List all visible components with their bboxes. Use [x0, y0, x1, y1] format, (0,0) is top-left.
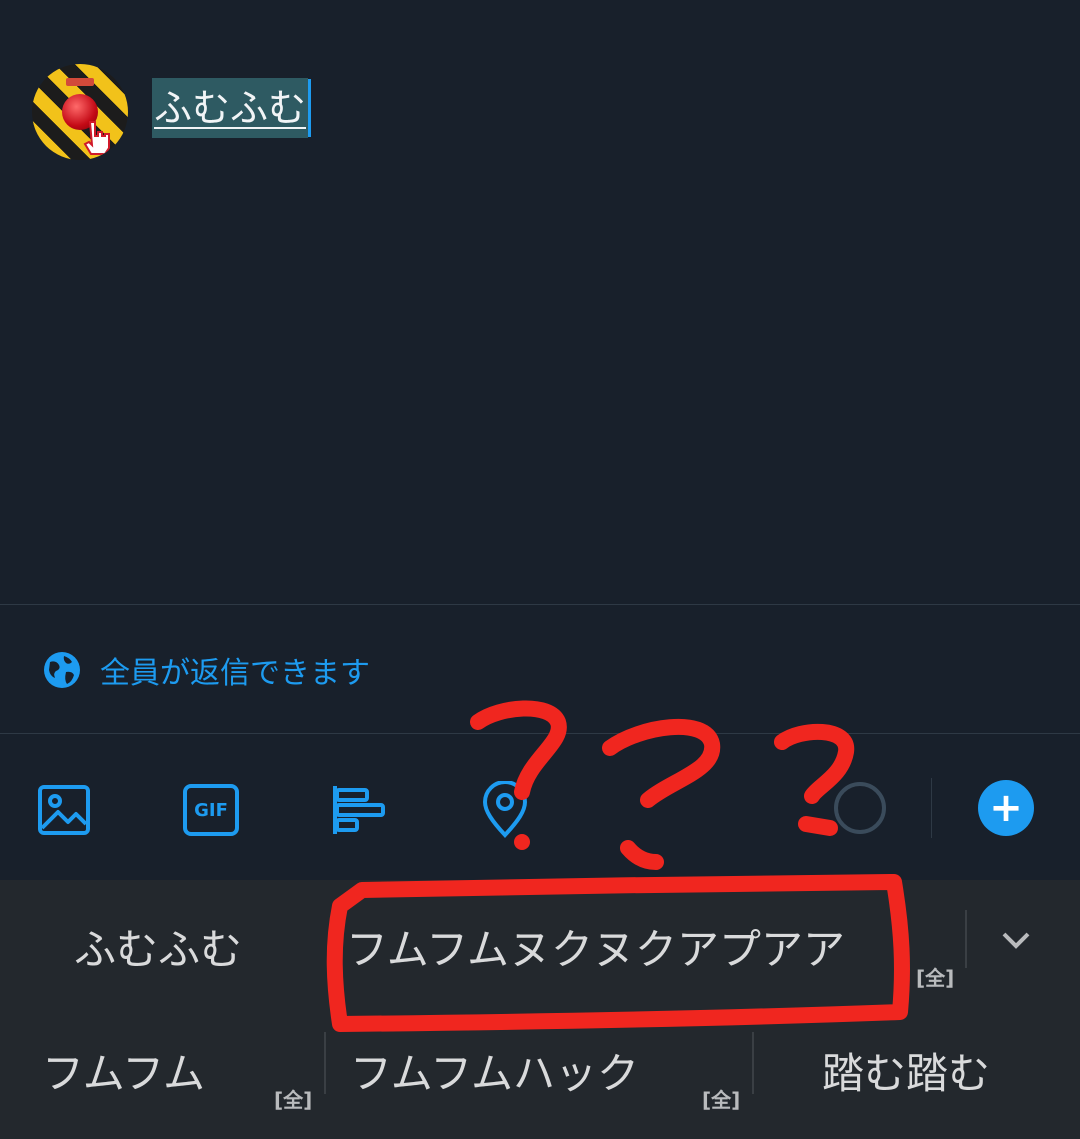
image-icon [38, 785, 90, 835]
fullwidth-tag: [全] [702, 1088, 741, 1112]
add-tweet-button[interactable]: + [978, 780, 1034, 836]
divider [0, 733, 1080, 734]
suggestion-candidate[interactable]: 踏む踏む [822, 1040, 990, 1101]
tweet-text[interactable]: ふむふむ [152, 78, 309, 138]
avatar[interactable] [32, 64, 128, 160]
suggestion-divider [965, 910, 967, 968]
avatar-button-cap [66, 78, 94, 86]
tweet-input[interactable]: ふむふむ [152, 78, 312, 138]
image-button[interactable] [34, 780, 94, 840]
suggestion-candidate[interactable]: フムフムヌクヌクアプアア [346, 916, 845, 977]
compose-area: ふむふむ [0, 0, 1080, 604]
location-button[interactable] [475, 780, 535, 840]
poll-button[interactable] [328, 780, 388, 840]
suggestion-candidate[interactable]: ふむふむ [74, 916, 242, 977]
suggestion-divider [324, 1032, 326, 1094]
text-caret [308, 79, 312, 137]
reply-setting-button[interactable]: 全員が返信できます [42, 648, 370, 692]
suggestion-candidate[interactable]: フムフムハック [350, 1040, 639, 1101]
chevron-down-icon[interactable] [996, 920, 1036, 960]
fullwidth-tag: [全] [916, 966, 955, 990]
character-count-ring [834, 782, 886, 834]
suggestion-divider [752, 1032, 754, 1094]
fullwidth-tag: [全] [274, 1088, 313, 1112]
plus-icon: + [989, 785, 1023, 831]
divider [0, 604, 1080, 605]
gif-label: GIF [194, 799, 228, 821]
poll-icon [333, 786, 385, 834]
toolbar-divider [931, 778, 932, 838]
location-icon [482, 781, 528, 838]
reply-setting-label: 全員が返信できます [100, 656, 370, 691]
globe-icon [44, 652, 80, 688]
pointer-hand-icon [83, 121, 110, 155]
gif-button[interactable]: GIF [181, 780, 241, 840]
suggestion-candidate[interactable]: フムフム [42, 1040, 205, 1101]
